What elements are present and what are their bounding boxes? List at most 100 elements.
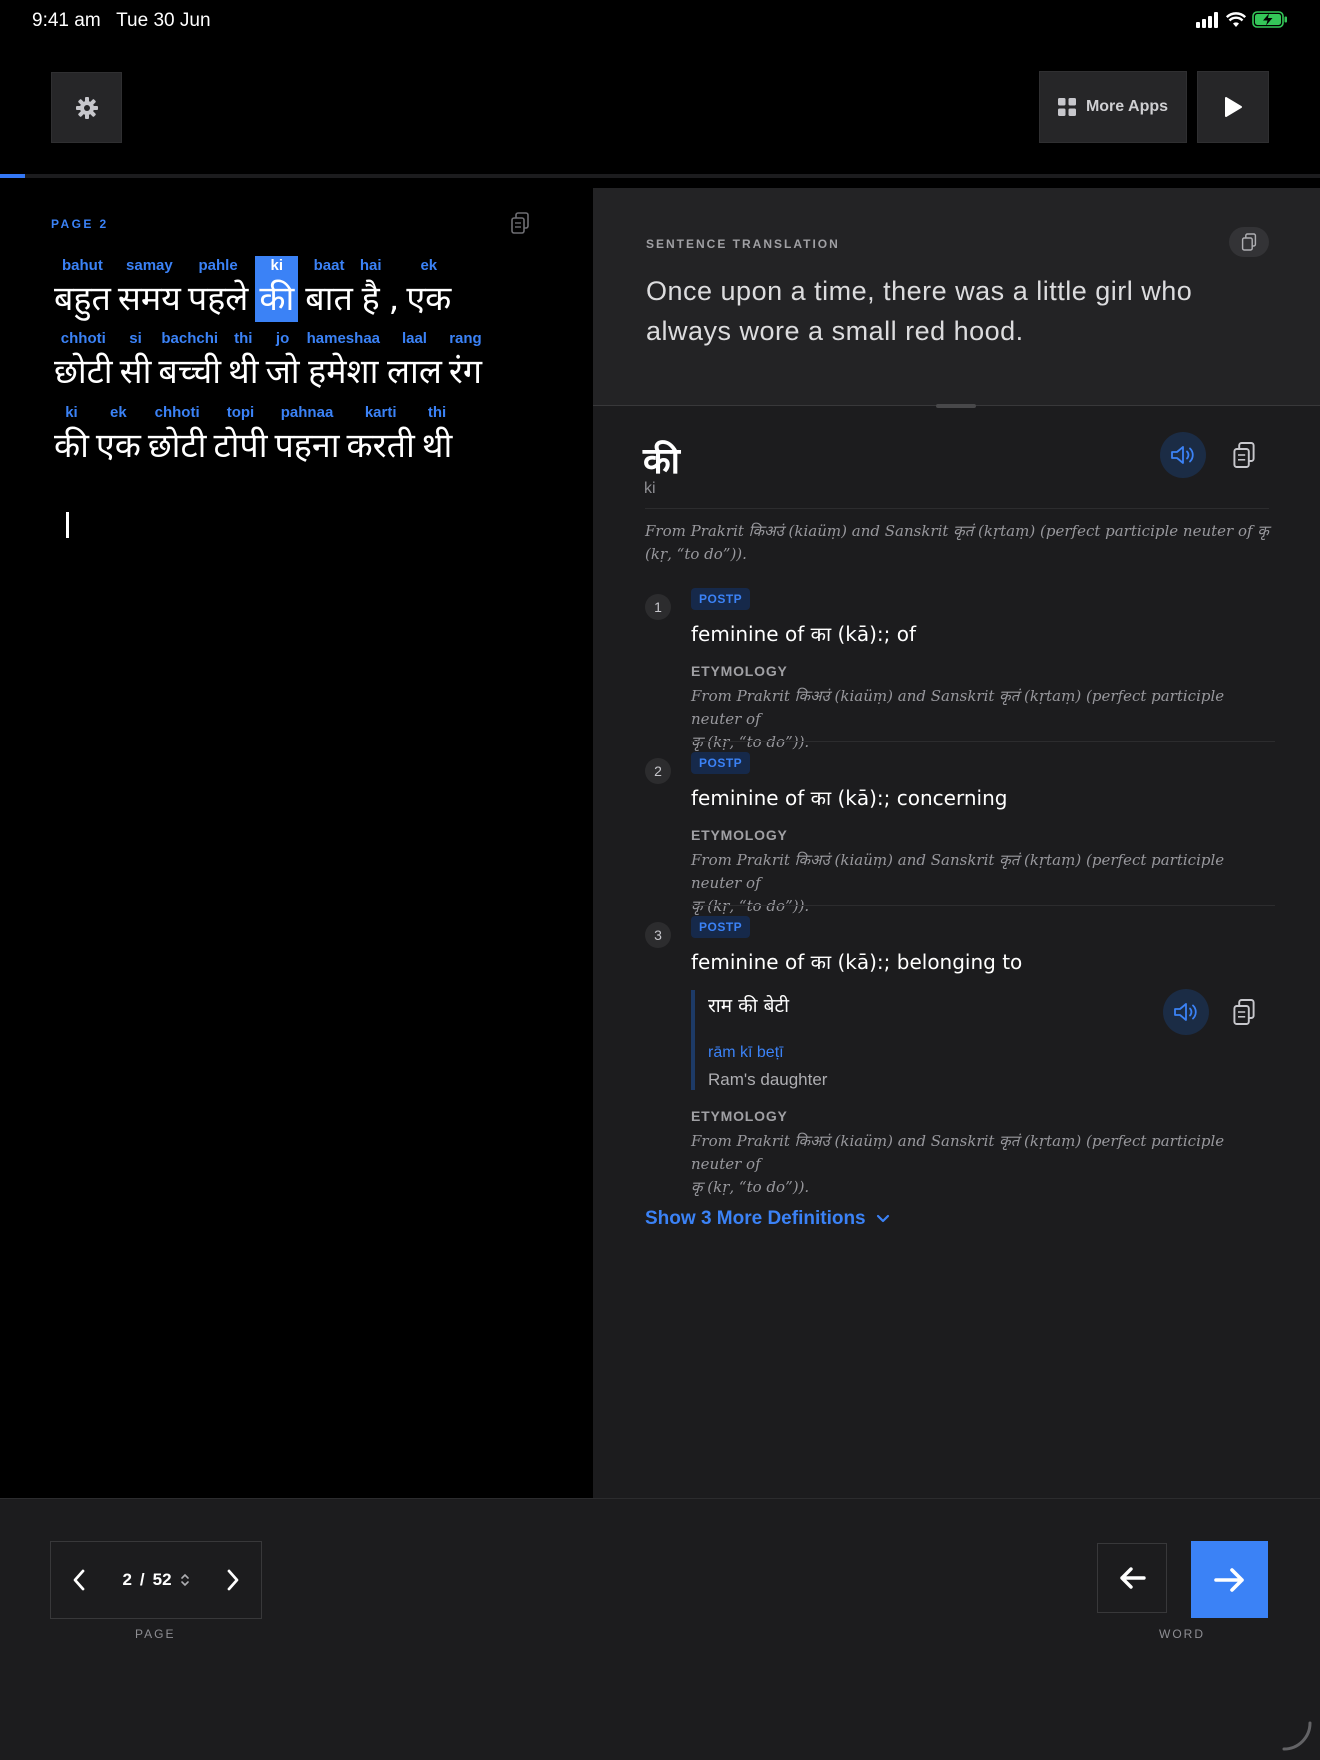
word-token[interactable]: topi टोपी [213, 403, 267, 469]
word-hindi: रंग [448, 352, 482, 392]
etymology-text: From Prakrit किअउं (kiaüṃ) and Sanskrit … [691, 851, 1225, 915]
show-more-definitions-button[interactable]: Show 3 More Definitions [645, 1208, 890, 1230]
page-separator: / [139, 1570, 145, 1589]
page-label: PAGE 2 [51, 217, 109, 231]
word-token[interactable]: jo जो [266, 329, 300, 395]
word-hindi: बहुत [54, 279, 111, 319]
definition-text: feminine of का (kā):; belonging to [691, 950, 1023, 974]
translation-label: SENTENCE TRANSLATION [646, 237, 840, 251]
definition-divider [691, 741, 1275, 742]
dictionary-pane: SENTENCE TRANSLATION Once upon a time, t… [593, 188, 1320, 1498]
copy-icon [1241, 233, 1257, 251]
word-token[interactable]: chhoti छोटी [148, 403, 207, 469]
word-romanization: ki [65, 404, 78, 421]
arrow-left-icon [1120, 1567, 1146, 1589]
play-button[interactable] [1197, 71, 1269, 143]
word-token[interactable]: rang रंग [449, 329, 482, 395]
next-word-button[interactable] [1191, 1541, 1268, 1618]
bottom-navigation-bar: 2 / 52 PAGE WORD [0, 1498, 1320, 1760]
page-current: 2 [122, 1570, 132, 1589]
copy-icon [1233, 999, 1255, 1025]
word-hindi: लाल [387, 352, 442, 392]
page-total: 52 [152, 1570, 172, 1589]
word-romanization: samay [126, 257, 173, 274]
chevron-right-icon [227, 1569, 239, 1591]
word-token[interactable]: hameshaa हमेशा [307, 329, 380, 395]
word-romanization: karti [364, 404, 397, 421]
word-romanization: ki [270, 257, 284, 274]
word-romanization: jo [275, 330, 290, 347]
definition-divider [691, 905, 1275, 906]
example-romanization: rām kī beṭī [708, 1044, 784, 1061]
pronounce-example-button[interactable] [1163, 989, 1209, 1035]
resize-corner-icon [1282, 1721, 1312, 1751]
sentence-translation-card: SENTENCE TRANSLATION Once upon a time, t… [593, 188, 1320, 406]
etymology-label: ETYMOLOGY [691, 663, 788, 679]
previous-page-button[interactable] [51, 1541, 107, 1619]
more-apps-button[interactable]: More Apps [1039, 71, 1187, 143]
word-hindi: बच्ची [158, 352, 222, 392]
word-token[interactable]: hai है [360, 256, 382, 322]
word-token-selected[interactable]: ki की [255, 256, 299, 322]
word-hindi: हमेशा [308, 352, 379, 392]
word-token[interactable]: chhoti छोटी [54, 329, 113, 395]
word-origin: From Prakrit किअउं (kiaüṃ) and Sanskrit … [645, 522, 1269, 563]
word-romanization: hai [359, 257, 382, 274]
page-selector: 2 / 52 [50, 1541, 262, 1619]
page-selector-label: PAGE [135, 1627, 176, 1641]
headword-romanization: ki [644, 480, 656, 497]
copy-translation-button[interactable] [1229, 227, 1269, 257]
word-token[interactable]: thi थी [228, 329, 259, 395]
word-token[interactable]: thi थी [422, 403, 453, 469]
settings-button[interactable] [51, 72, 122, 143]
word-token[interactable]: ek एक [406, 256, 451, 322]
copy-icon [1233, 442, 1255, 468]
word-hindi: , [388, 279, 400, 319]
copy-text-button[interactable] [510, 212, 530, 239]
status-icons [1196, 11, 1288, 28]
word-token[interactable]: ki की [54, 403, 89, 469]
word-romanization: chhoti [154, 404, 200, 421]
word-navigation-label: WORD [1159, 1627, 1205, 1641]
definition-number: 1 [645, 594, 671, 620]
word-token[interactable]: baat बात [305, 256, 353, 322]
next-page-button[interactable] [205, 1541, 261, 1619]
word-romanization: thi [427, 404, 447, 421]
previous-word-button[interactable] [1097, 1543, 1167, 1613]
page-number-picker[interactable]: 2 / 52 [107, 1570, 205, 1590]
word-token[interactable]: karti करती [347, 403, 415, 469]
word-token[interactable]: ek एक [96, 403, 141, 469]
word-token[interactable]: laal लाल [387, 329, 442, 395]
word-token[interactable]: bachchi बच्ची [158, 329, 221, 395]
copy-word-button[interactable] [1224, 435, 1264, 475]
play-icon [1225, 97, 1242, 117]
word-hindi: की [259, 279, 295, 319]
word-hindi: करती [346, 426, 415, 466]
translation-text: Once upon a time, there was a little gir… [646, 276, 1193, 346]
status-time-value: 9:41 am [32, 10, 101, 31]
copy-example-button[interactable] [1224, 992, 1264, 1032]
status-bar: 9:41 am Tue 30 Jun [0, 0, 1320, 40]
pos-badge: POSTP [691, 752, 751, 774]
text-cursor [66, 512, 69, 538]
word-hindi: सी [119, 352, 152, 392]
word-token[interactable]: bahut बहुत [54, 256, 111, 322]
status-date: Tue 30 Jun [116, 10, 211, 31]
etymology-text: From Prakrit किअउं (kiaüṃ) and Sanskrit … [691, 687, 1225, 751]
word-token[interactable]: pahle पहले [188, 256, 248, 322]
word-token[interactable]: samay समय [118, 256, 181, 322]
word-hindi: पहना [274, 426, 340, 466]
word-token[interactable]: si सी [120, 329, 152, 395]
word-token[interactable]: , [389, 256, 400, 322]
word-hindi: बात [305, 279, 353, 319]
word-romanization: pahnaa [280, 404, 334, 421]
etymology-label: ETYMOLOGY [691, 827, 788, 843]
grid-icon [1057, 98, 1076, 116]
resize-handle[interactable] [936, 404, 976, 408]
pronounce-word-button[interactable] [1160, 432, 1206, 478]
battery-charging-icon [1252, 11, 1287, 28]
word-romanization: baat [313, 257, 345, 274]
word-romanization: topi [226, 404, 255, 421]
word-token[interactable]: pahnaa पहना [275, 403, 340, 469]
reader-pane: PAGE 2 bahut बहुत samay समय pahle पहले ki की baa… [0, 178, 593, 1498]
